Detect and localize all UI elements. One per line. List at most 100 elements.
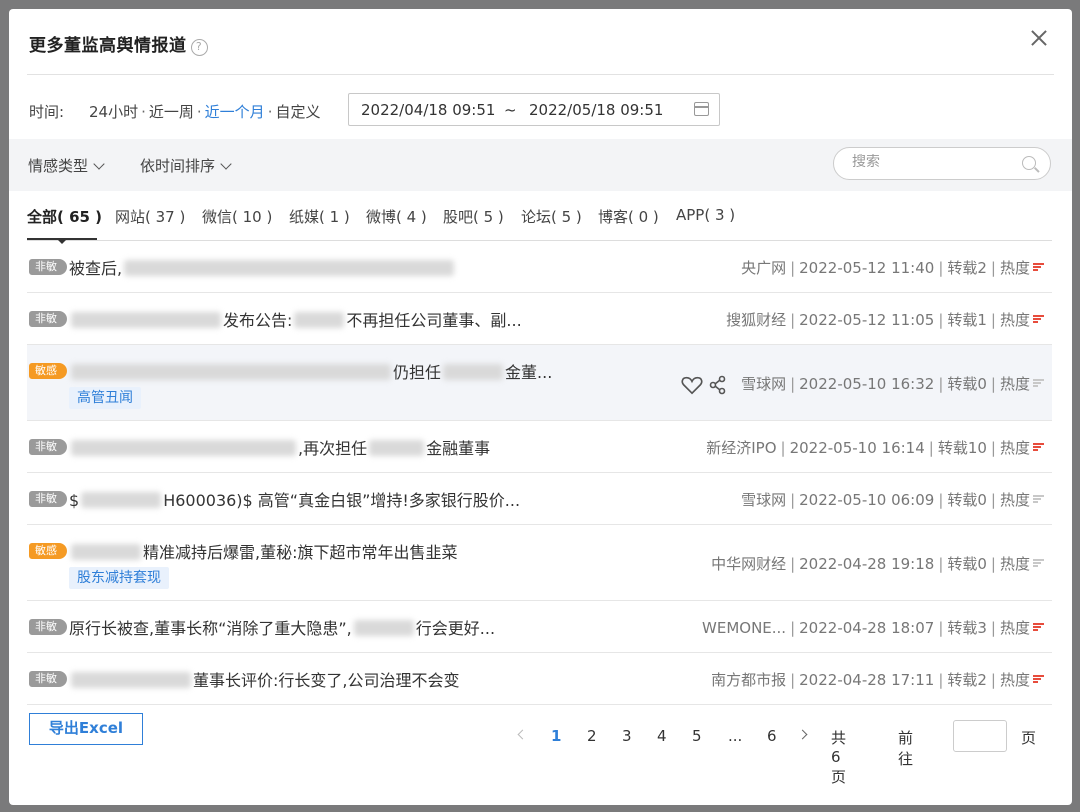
news-meta: 雪球网 | 2022-05-10 06:09 | 转载0 | 热度 [741,489,1044,510]
page-5[interactable]: 5 [692,727,702,745]
repost-count: 转载0 [947,555,987,573]
heat-icon [1033,443,1044,452]
sort-label: 依时间排序 [140,157,216,175]
chevron-down-icon [220,158,232,170]
tab-wechat[interactable]: 微信( 10 ) [202,206,272,227]
share-icon[interactable] [709,375,727,395]
news-title[interactable]: 仍担任 金董... [69,359,552,383]
goto-page-input[interactable] [953,720,1007,752]
list-item[interactable]: 非敏 发布公告: 不再担任公司董事、副... 搜狐财经 | 2022-05-12 11… [27,293,1052,345]
repost-count: 转载1 [947,311,987,329]
search-icon[interactable] [1022,156,1036,170]
tab-all[interactable]: 全部( 65 ) [27,206,102,227]
source: 央广网 [741,259,787,277]
source: 雪球网 [741,491,787,509]
date-tilde: ~ [504,101,517,119]
time-option-24h[interactable]: 24小时 [89,103,138,121]
tab-blog[interactable]: 博客( 0 ) [598,206,659,227]
heat-label: 热度 [999,259,1030,277]
topic-tag[interactable]: 高管丑闻 [69,387,141,409]
page-ellipsis[interactable]: ... [728,727,742,745]
news-title-text: H600036)$ 高管“真金白银”增持!多家银行股价... [163,491,521,510]
heat-icon [1033,495,1044,504]
repost-count: 转载3 [947,619,987,637]
repost-count: 转载0 [947,491,987,509]
topic-tag[interactable]: 股东减持套现 [69,567,169,589]
news-meta: WEMONE... | 2022-04-28 18:07 | 转载3 | 热度 [702,617,1044,638]
news-title[interactable]: 发布公告: 不再担任公司董事、副... [69,307,522,331]
separator: · [141,103,146,121]
sort-dropdown[interactable]: 依时间排序 [140,155,232,176]
goto-label: 前往 [898,729,914,768]
tab-app[interactable]: APP( 3 ) [676,206,735,224]
tab-guba[interactable]: 股吧( 5 ) [443,206,504,227]
publish-time: 2022-04-28 18:07 [799,619,935,637]
redacted-text [294,312,345,328]
news-meta: 央广网 | 2022-05-12 11:40 | 转载2 | 热度 [741,257,1044,278]
news-title[interactable]: ,再次担任 金融董事 [69,435,490,459]
date-start[interactable]: 2022/04/18 09:51 [361,101,495,119]
news-meta: 搜狐财经 | 2022-05-12 11:05 | 转载1 | 热度 [726,309,1044,330]
news-title-text: 仍担任 [393,363,442,382]
heart-icon[interactable] [681,375,703,395]
list-item[interactable]: 非敏 $ H600036)$ 高管“真金白银”增持!多家银行股价... 雪球网 | 2… [27,473,1052,525]
chevron-left-icon[interactable] [517,729,528,740]
time-option-week[interactable]: 近一周 [149,103,194,121]
help-icon[interactable]: ? [190,39,208,56]
tab-website[interactable]: 网站( 37 ) [115,206,185,227]
active-tab-indicator [27,238,97,244]
list-item[interactable]: 非敏 ,再次担任 金融董事 新经济IPO | 2022-05-10 16:14 | 转载1… [27,421,1052,473]
list-item[interactable]: 敏感 仍担任 金董... 高管丑闻 雪球网 | 2022-05-10 16:32 | 转载… [27,345,1052,421]
page-2[interactable]: 2 [587,727,597,745]
page-6[interactable]: 6 [767,727,777,745]
close-icon[interactable] [1028,27,1050,49]
redacted-text [71,312,221,328]
page-1[interactable]: 1 [551,727,561,745]
heat-icon [1033,623,1044,632]
sentiment-type-dropdown[interactable]: 情感类型 [28,155,105,176]
calendar-icon[interactable] [694,102,709,116]
tab-paper[interactable]: 纸媒( 1 ) [289,206,350,227]
news-title-text: 被查后, [69,259,123,278]
search-input[interactable] [852,154,1012,170]
redacted-text [443,364,504,380]
date-end[interactable]: 2022/05/18 09:51 [529,101,663,119]
time-option-month[interactable]: 近一个月 [205,103,265,121]
news-meta: 南方都市报 | 2022-04-28 17:11 | 转载2 | 热度 [711,669,1044,690]
chevron-right-icon[interactable] [797,729,808,740]
news-title[interactable]: $ H600036)$ 高管“真金白银”增持!多家银行股价... [69,487,520,511]
source: 新经济IPO [706,439,777,457]
page-3[interactable]: 3 [622,727,632,745]
export-excel-button[interactable]: 导出Excel [29,713,143,745]
redacted-text [369,440,425,456]
time-option-custom[interactable]: 自定义 [275,103,320,121]
search-box [833,147,1051,180]
list-item[interactable]: 非敏 董事长评价:行长变了,公司治理不会变 南方都市报 | 2022-04-28 1… [27,653,1052,705]
tab-forum[interactable]: 论坛( 5 ) [521,206,582,227]
repost-count: 转载2 [947,671,987,689]
date-range-picker[interactable]: 2022/04/18 09:51 ~ 2022/05/18 09:51 [348,93,720,126]
news-title[interactable]: 被查后, [69,255,456,279]
news-title-text: 不再担任公司董事、副... [346,311,522,330]
sentiment-badge: 非敏 [29,259,67,275]
heat-label: 热度 [999,555,1030,573]
news-meta: 中华网财经 | 2022-04-28 19:18 | 转载0 | 热度 [711,553,1044,574]
list-item[interactable]: 非敏 被查后, 央广网 | 2022-05-12 11:40 | 转载2 | 热度 [27,241,1052,293]
list-item[interactable]: 非敏 原行长被查,董事长称“消除了重大隐患”, 行会更好... WEMONE...… [27,601,1052,653]
tab-weibo[interactable]: 微博( 4 ) [366,206,427,227]
news-title[interactable]: 精准减持后爆雷,董秘:旗下超市常年出售韭菜 [69,539,457,563]
news-title[interactable]: 原行长被查,董事长称“消除了重大隐患”, 行会更好... [69,615,495,639]
separator: · [196,103,202,121]
source: 雪球网 [741,375,787,393]
news-title-text: ,再次担任 [298,439,368,458]
page-4[interactable]: 4 [657,727,667,745]
news-title[interactable]: 董事长评价:行长变了,公司治理不会变 [69,667,459,691]
time-filter: 时间: 24小时 · 近一周 · 近一个月 · 自定义 2022/04/18 09:51 ~… [27,93,727,127]
news-meta: 雪球网 | 2022-05-10 16:32 | 转载0 | 热度 [741,373,1044,394]
redacted-text [71,672,191,688]
publish-time: 2022-05-10 06:09 [799,491,935,509]
heat-icon [1033,315,1044,324]
news-list: 非敏 被查后, 央广网 | 2022-05-12 11:40 | 转载2 | 热度 非敏 发… [27,241,1052,705]
list-item[interactable]: 敏感 精准减持后爆雷,董秘:旗下超市常年出售韭菜 股东减持套现 中华网财经 | 20… [27,525,1052,601]
redacted-text [81,492,162,508]
